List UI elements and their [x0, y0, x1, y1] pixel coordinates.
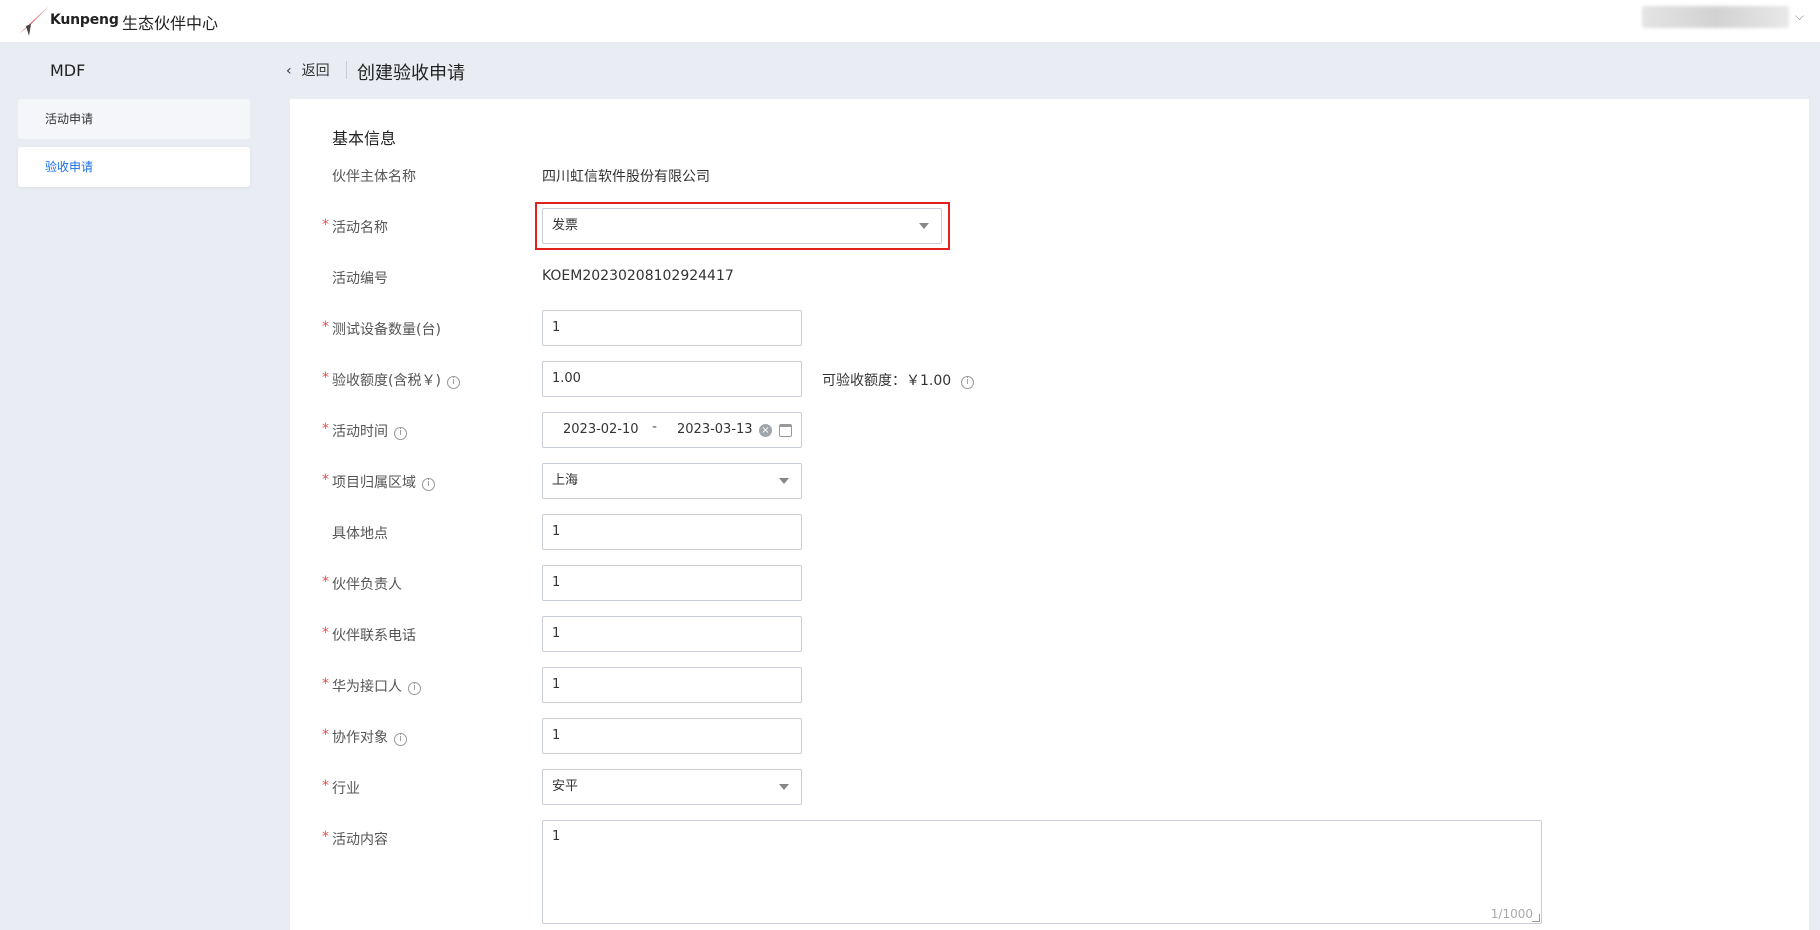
- partner-phone-input[interactable]: 1: [542, 616, 802, 652]
- collaborator-input[interactable]: 1: [542, 718, 802, 754]
- location-label: 具体地点: [332, 526, 388, 542]
- activity-id-label: 活动编号: [332, 271, 388, 287]
- date-end[interactable]: 2023-03-13: [677, 413, 753, 447]
- info-icon[interactable]: i: [446, 376, 460, 389]
- huawei-contact-label: 华为接口人: [332, 679, 402, 695]
- page-title: 创建验收申请: [357, 63, 465, 84]
- user-menu[interactable]: [1642, 6, 1789, 28]
- info-icon[interactable]: i: [961, 376, 975, 389]
- acceptance-amount-input[interactable]: 1.00: [542, 361, 802, 397]
- sidebar-item-activity-apply[interactable]: 活动申请: [18, 99, 250, 139]
- required-mark: *: [322, 778, 329, 794]
- section-title: 基本信息: [332, 129, 397, 148]
- huawei-contact-label-group: 华为接口人 i: [332, 676, 421, 696]
- chevron-down-icon[interactable]: ⌵: [1795, 9, 1804, 24]
- collaborator-label-group: 协作对象 i: [332, 727, 407, 747]
- available-quota-text: 可验收额度：￥1.00: [822, 373, 952, 389]
- activity-content-textarea[interactable]: 1 1/1000: [542, 820, 1542, 924]
- available-quota: 可验收额度：￥1.00 i: [822, 370, 975, 390]
- highlight-box: [535, 202, 950, 250]
- app-title: 生态伙伴中心: [122, 14, 219, 33]
- required-mark: *: [322, 625, 329, 641]
- required-mark: *: [322, 370, 329, 386]
- partner-owner-input[interactable]: 1: [542, 565, 802, 601]
- collaborator-label: 协作对象: [332, 730, 388, 746]
- date-range-picker[interactable]: 2023-02-10 - 2023-03-13 ×: [542, 412, 802, 448]
- required-mark: *: [322, 829, 329, 845]
- required-mark: *: [322, 421, 329, 437]
- logo-text: Kunpeng: [50, 12, 119, 28]
- partner-owner-label: 伙伴负责人: [332, 577, 402, 593]
- required-mark: *: [322, 319, 329, 335]
- acceptance-amount-label: 验收额度(含税￥): [332, 373, 441, 389]
- activity-time-label-group: 活动时间 i: [332, 421, 407, 441]
- form-card: [290, 99, 1809, 930]
- date-start[interactable]: 2023-02-10: [563, 422, 639, 437]
- required-mark: *: [322, 472, 329, 488]
- partner-name-value: 四川虹信软件股份有限公司: [542, 169, 710, 185]
- partner-name-label: 伙伴主体名称: [332, 169, 416, 185]
- location-input[interactable]: 1: [542, 514, 802, 550]
- partner-phone-label: 伙伴联系电话: [332, 628, 416, 644]
- region-select[interactable]: 上海: [542, 463, 802, 499]
- char-counter: 1/1000: [1490, 907, 1533, 921]
- top-bar: Kunpeng 生态伙伴中心 ⌵: [0, 0, 1820, 43]
- required-mark: *: [322, 217, 329, 233]
- sidebar-item-acceptance-apply[interactable]: 验收申请: [18, 147, 250, 187]
- date-separator: -: [652, 419, 658, 435]
- acceptance-amount-label-group: 验收额度(含税￥) i: [332, 370, 460, 390]
- breadcrumb-divider: [346, 61, 347, 79]
- kunpeng-logo-icon: [19, 6, 49, 36]
- industry-select[interactable]: 安平: [542, 769, 802, 805]
- dropdown-arrow-icon: [779, 784, 789, 790]
- sidebar-title: MDF: [50, 61, 86, 80]
- chevron-left-icon: ‹: [286, 63, 292, 79]
- region-label: 项目归属区域: [332, 475, 416, 491]
- device-count-label: 测试设备数量(台): [332, 322, 441, 338]
- required-mark: *: [322, 676, 329, 692]
- activity-content-value: 1: [552, 829, 561, 844]
- activity-time-label: 活动时间: [332, 424, 388, 440]
- back-label: 返回: [301, 63, 330, 79]
- info-icon[interactable]: i: [394, 733, 407, 746]
- calendar-icon[interactable]: [779, 424, 792, 437]
- info-icon[interactable]: i: [408, 682, 421, 695]
- info-icon[interactable]: i: [394, 427, 407, 440]
- device-count-input[interactable]: 1: [542, 310, 802, 346]
- industry-value: 安平: [552, 779, 579, 794]
- back-button[interactable]: ‹ 返回: [286, 60, 330, 80]
- region-label-group: 项目归属区域 i: [332, 472, 435, 492]
- activity-content-label: 活动内容: [332, 832, 388, 848]
- info-icon[interactable]: i: [422, 478, 435, 491]
- required-mark: *: [322, 727, 329, 743]
- dropdown-arrow-icon: [779, 478, 789, 484]
- region-value: 上海: [552, 473, 579, 488]
- required-mark: *: [322, 574, 329, 590]
- clear-icon[interactable]: ×: [759, 424, 772, 437]
- huawei-contact-input[interactable]: 1: [542, 667, 802, 703]
- activity-name-label: 活动名称: [332, 220, 388, 236]
- industry-label: 行业: [332, 781, 360, 797]
- resize-handle-icon[interactable]: [1532, 914, 1540, 922]
- activity-id-value: KOEM20230208102924417: [542, 268, 734, 284]
